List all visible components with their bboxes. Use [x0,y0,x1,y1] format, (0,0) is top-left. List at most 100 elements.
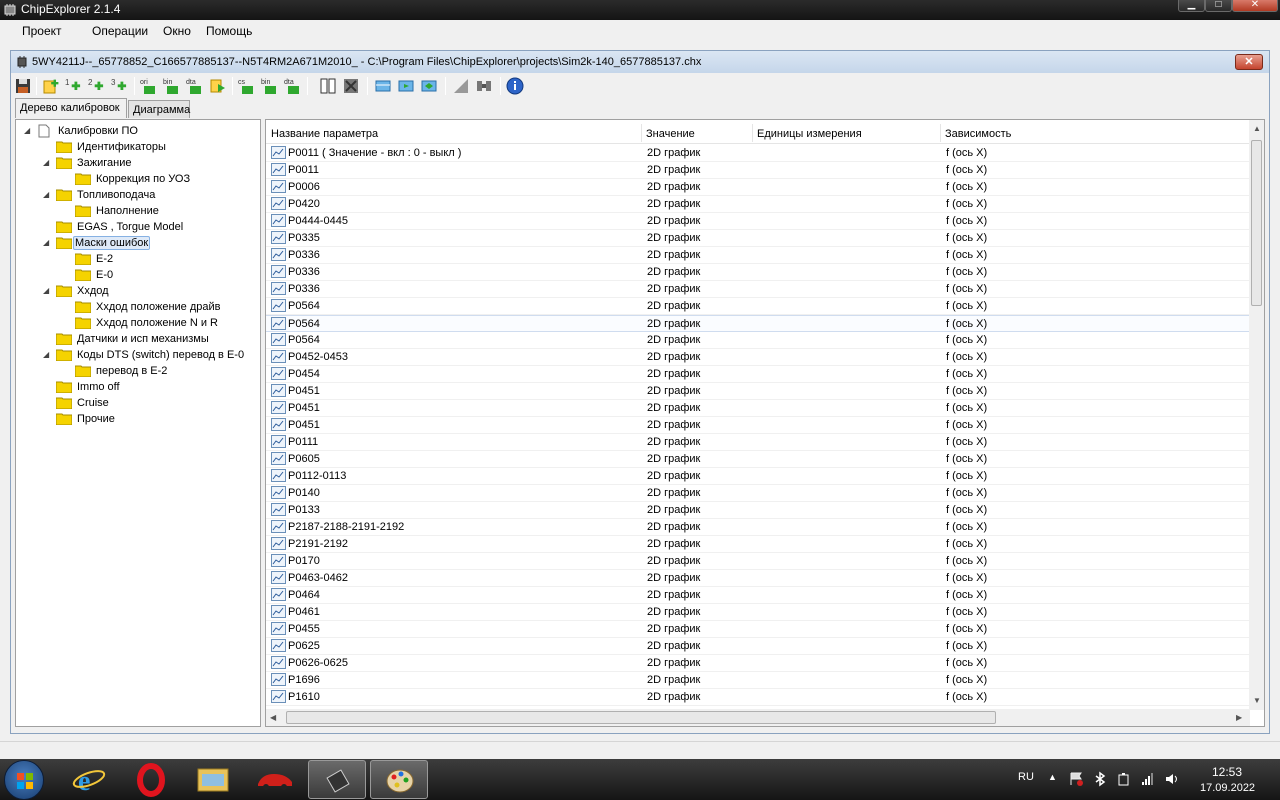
add-item-icon[interactable] [41,76,61,96]
project-close-button[interactable]: ✕ [1235,54,1263,70]
column-divider[interactable] [752,124,753,142]
minimize-button[interactable]: ▁ [1178,0,1205,12]
table-row[interactable]: P0451 2D график f (ось X) [266,400,1250,417]
horizontal-scrollbar[interactable]: ◀ ▶ [266,709,1250,726]
bluetooth-icon[interactable] [1094,771,1106,787]
taskbar-car-app[interactable] [246,760,304,799]
tree-node-uoz-correction[interactable]: Коррекция по УОЗ [16,171,260,187]
table-row[interactable]: P0451 2D график f (ось X) [266,417,1250,434]
tree-node-sensors[interactable]: Датчики и исп механизмы [16,331,260,347]
clock-time[interactable]: 12:53 [1212,765,1242,779]
table-row[interactable]: P0140 2D график f (ось X) [266,485,1250,502]
tree-node-cruise[interactable]: Cruise [16,395,260,411]
compare-icon[interactable] [318,76,338,96]
bin-export-icon[interactable]: bin [260,76,280,96]
view-table-icon[interactable] [373,76,393,96]
scroll-right-icon[interactable]: ▶ [1236,713,1242,722]
dta-file-icon[interactable]: dta [185,76,205,96]
column-divider[interactable] [940,124,941,142]
tree-node-filling[interactable]: Наполнение [16,203,260,219]
volume-icon[interactable] [1164,771,1180,787]
vertical-scroll-thumb[interactable] [1251,140,1262,306]
collapse-icon[interactable]: ◢ [43,287,51,295]
table-row[interactable]: P0336 2D график f (ось X) [266,247,1250,264]
table-row[interactable]: P0464 2D график f (ось X) [266,587,1250,604]
tree-node-e-2[interactable]: E-2 [16,251,260,267]
table-row[interactable]: P0112-0113 2D график f (ось X) [266,468,1250,485]
table-row[interactable]: P0564 2D график f (ось X) [266,298,1250,315]
close-button[interactable]: ✕ [1232,0,1278,12]
collapse-icon[interactable]: ◢ [24,127,32,135]
table-row[interactable]: P0455 2D график f (ось X) [266,621,1250,638]
table-row[interactable]: P0011 2D график f (ось X) [266,162,1250,179]
table-row[interactable]: P0336 2D график f (ось X) [266,281,1250,298]
clock-date[interactable]: 17.09.2022 [1200,782,1255,794]
table-row[interactable]: P0006 2D график f (ось X) [266,179,1250,196]
taskbar-explorer[interactable] [184,760,242,799]
add-one-d-icon[interactable]: 1 [64,76,84,96]
table-row[interactable]: P0625 2D график f (ось X) [266,638,1250,655]
delete-icon[interactable] [341,76,361,96]
collapse-icon[interactable]: ◢ [43,191,51,199]
table-row[interactable]: P0564 2D график f (ось X) [266,332,1250,349]
table-row[interactable]: P0335 2D график f (ось X) [266,230,1250,247]
tree-node-ignition[interactable]: ◢ Зажигание [16,155,260,171]
tab-diagram[interactable]: Диаграмма [128,100,190,118]
tree-node-convert-e-2[interactable]: перевод в E-2 [16,363,260,379]
maximize-button[interactable]: □ [1205,0,1232,12]
tree-node-fuel-supply[interactable]: ◢ Топливоподача [16,187,260,203]
scroll-down-icon[interactable]: ▼ [1253,696,1261,705]
start-button[interactable] [4,760,44,800]
signal-icon[interactable] [1140,771,1156,787]
table-row[interactable]: P0133 2D график f (ось X) [266,502,1250,519]
column-divider[interactable] [641,124,642,142]
tree-node-idle-n-r[interactable]: Ххдод положение N и R [16,315,260,331]
bin-file-icon[interactable]: bin [162,76,182,96]
power-icon[interactable] [1116,771,1132,787]
table-row[interactable]: P0444-0445 2D график f (ось X) [266,213,1250,230]
tree-node-identifiers[interactable]: Идентификаторы [16,139,260,155]
menu-help[interactable]: Помощь [206,24,252,38]
menu-project[interactable]: Проект [22,24,62,38]
table-row[interactable]: P0111 2D график f (ось X) [266,434,1250,451]
collapse-icon[interactable]: ◢ [43,159,51,167]
table-row[interactable]: P0011 ( Значение - вкл : 0 - выкл ) 2D гр… [266,145,1250,162]
table-row[interactable]: P0170 2D график f (ось X) [266,553,1250,570]
checksum-icon[interactable]: cs [237,76,257,96]
move-swap-icon[interactable] [419,76,439,96]
move-right-icon[interactable] [396,76,416,96]
tree-node-error-masks[interactable]: ◢ Маски ошибок [16,235,260,251]
taskbar-ie[interactable]: e [60,760,118,799]
table-row[interactable]: P0451 2D график f (ось X) [266,383,1250,400]
column-header-units[interactable]: Единицы измерения [757,128,862,140]
tree-node-immo-off[interactable]: Immo off [16,379,260,395]
taskbar-chip-explorer[interactable] [308,760,366,799]
horizontal-scroll-thumb[interactable] [286,711,996,724]
add-two-d-icon[interactable]: 2 [87,76,107,96]
table-row[interactable]: P0605 2D график f (ось X) [266,451,1250,468]
table-row[interactable]: P0461 2D график f (ось X) [266,604,1250,621]
table-row[interactable]: P0564 2D график f (ось X) [266,315,1250,332]
column-header-name[interactable]: Название параметра [271,128,378,140]
table-row[interactable]: P0336 2D график f (ось X) [266,264,1250,281]
table-row[interactable]: P0452-0453 2D график f (ось X) [266,349,1250,366]
table-row[interactable]: P2191-2192 2D график f (ось X) [266,536,1250,553]
table-row[interactable]: P0463-0462 2D график f (ось X) [266,570,1250,587]
diff-icon[interactable] [474,76,494,96]
ori-file-icon[interactable]: ori [139,76,159,96]
column-header-dependency[interactable]: Зависимость [945,128,1011,140]
tree-node-idle-drive[interactable]: Ххдод положение драйв [16,299,260,315]
scroll-left-icon[interactable]: ◀ [270,713,276,722]
tree-node-root[interactable]: ◢ Калибровки ПО [16,123,260,139]
table-row[interactable]: P2187-2188-2191-2192 2D график f (ось X) [266,519,1250,536]
table-row[interactable]: P1696 2D график f (ось X) [266,672,1250,689]
dta-export-icon[interactable]: dta [283,76,303,96]
tree-node-other[interactable]: Прочие [16,411,260,427]
save-icon[interactable] [13,76,33,96]
graph-icon[interactable] [451,76,471,96]
scroll-up-icon[interactable]: ▲ [1253,124,1261,133]
tree-node-dts-codes[interactable]: ◢ Коды DTS (switch) перевод в E-0 [16,347,260,363]
tree-node-idle[interactable]: ◢ Ххдод [16,283,260,299]
vertical-scrollbar[interactable]: ▲ ▼ [1249,120,1264,710]
tree-node-egas[interactable]: EGAS , Torgue Model [16,219,260,235]
